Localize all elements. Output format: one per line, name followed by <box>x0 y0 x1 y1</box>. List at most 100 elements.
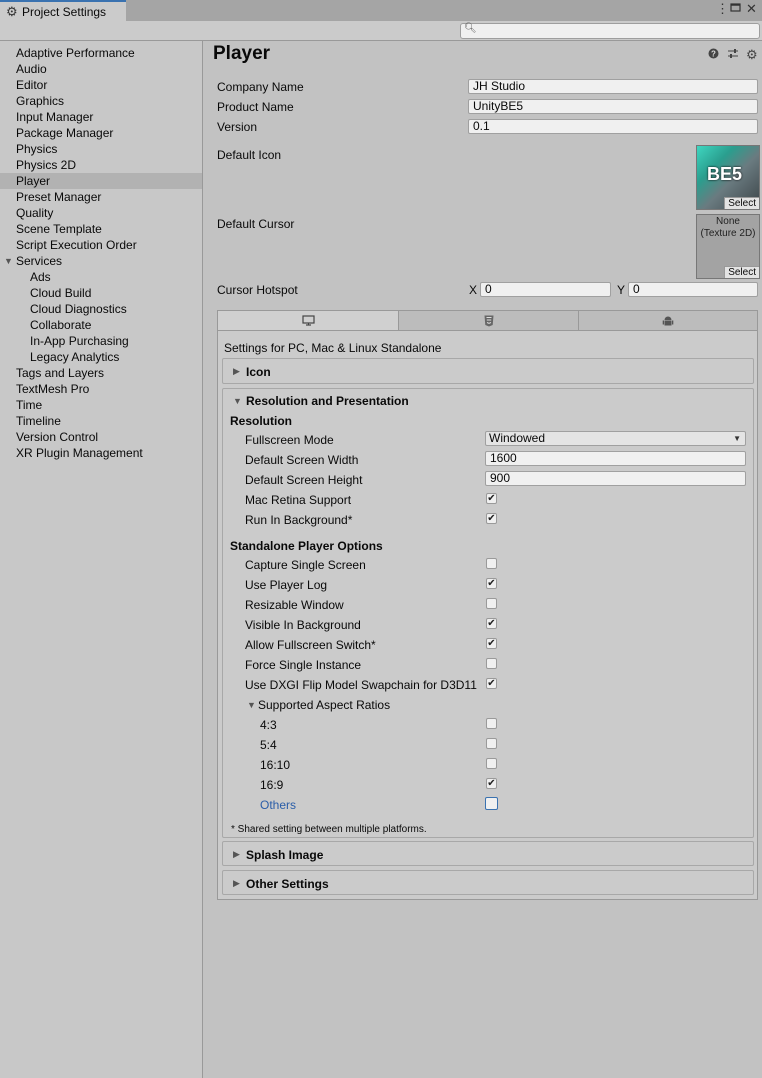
version-label: Version <box>217 120 258 134</box>
window-tab-title: Project Settings <box>22 5 107 19</box>
company-name-field[interactable]: JH Studio <box>468 79 758 94</box>
sidebar-item[interactable]: Package Manager <box>0 125 202 141</box>
aspect-ratio-label: 16:10 <box>260 758 291 772</box>
mac-retina-checkbox[interactable]: ✔ <box>486 493 497 504</box>
settings-icon[interactable]: ⚙ <box>746 47 758 63</box>
settings-sidebar: Adaptive Performance Audio Editor Graphics I… <box>0 41 203 1078</box>
expanded-triangle-icon[interactable]: ▼ <box>233 396 242 406</box>
option-label: Force Single Instance <box>245 658 362 672</box>
resolution-header: Resolution <box>230 414 292 428</box>
expanded-triangle-icon[interactable]: ▼ <box>4 253 13 269</box>
tab-webgl[interactable] <box>399 311 579 330</box>
option-label: Capture Single Screen <box>245 558 366 572</box>
hotspot-x-label: X <box>469 283 478 297</box>
search-input[interactable]: 🔍︎ <box>460 23 760 39</box>
sidebar-item-label: Editor <box>16 78 48 92</box>
tab-standalone[interactable] <box>218 311 399 330</box>
option-checkbox[interactable]: ✔ <box>486 678 497 689</box>
sidebar-item-label: Ads <box>30 270 51 284</box>
option-checkbox[interactable]: ✔ <box>486 618 497 629</box>
product-name-field[interactable]: UnityBE5 <box>468 99 758 114</box>
aspect-ratio-label: 16:9 <box>260 778 284 792</box>
sidebar-item[interactable]: Preset Manager <box>0 189 202 205</box>
sidebar-item[interactable]: Cloud Diagnostics <box>0 301 202 317</box>
splash-section-title: Splash Image <box>246 848 324 862</box>
sidebar-item[interactable]: ▼ Services <box>0 253 202 269</box>
default-icon-thumbnail[interactable]: BE5 Select <box>696 145 760 210</box>
sidebar-item[interactable]: Timeline <box>0 413 202 429</box>
icon-foldout[interactable]: ▶ Icon <box>222 358 754 384</box>
sidebar-item[interactable]: Tags and Layers <box>0 365 202 381</box>
close-icon[interactable]: ✕ <box>746 1 757 17</box>
fullscreen-mode-value: Windowed <box>489 431 546 445</box>
aspect-ratio-checkbox[interactable] <box>486 738 497 749</box>
screen-width-field[interactable]: 1600 <box>485 451 746 466</box>
resolution-section-title[interactable]: Resolution and Presentation <box>246 394 409 408</box>
sidebar-item[interactable]: Quality <box>0 205 202 221</box>
sidebar-item[interactable]: Cloud Build <box>0 285 202 301</box>
sidebar-item[interactable]: Legacy Analytics <box>0 349 202 365</box>
option-checkbox[interactable] <box>486 558 497 569</box>
cursor-none-line1: None <box>716 216 740 227</box>
sidebar-item-label: Physics <box>16 142 58 156</box>
window-tab[interactable]: ⚙ Project Settings <box>0 0 126 21</box>
version-field[interactable]: 0.1 <box>468 119 758 134</box>
option-checkbox[interactable]: ✔ <box>486 578 497 589</box>
tab-android[interactable] <box>579 311 757 330</box>
sidebar-item[interactable]: Physics <box>0 141 202 157</box>
dropdown-arrow-icon: ▼ <box>733 434 741 443</box>
sidebar-item[interactable]: Adaptive Performance <box>0 45 202 61</box>
sidebar-item-label: Graphics <box>16 94 65 108</box>
aspect-ratio-checkbox[interactable]: ✔ <box>486 778 497 789</box>
hotspot-y-field[interactable]: 0 <box>628 282 758 297</box>
sidebar-item[interactable]: Time <box>0 397 202 413</box>
cursor-select-button[interactable]: Select <box>724 266 759 278</box>
default-cursor-slot[interactable]: None (Texture 2D) Select <box>696 214 760 279</box>
sidebar-item[interactable]: Graphics <box>0 93 202 109</box>
more-icon[interactable]: ⋮ <box>716 1 729 17</box>
aspect-ratio-checkbox[interactable] <box>486 758 497 769</box>
sidebar-item[interactable]: Scene Template <box>0 221 202 237</box>
hotspot-x-field[interactable]: 0 <box>480 282 611 297</box>
maximize-icon[interactable] <box>730 1 741 16</box>
gear-icon: ⚙ <box>6 4 18 19</box>
sidebar-item[interactable]: In-App Purchasing <box>0 333 202 349</box>
expanded-triangle-icon[interactable]: ▼ <box>247 700 256 710</box>
sidebar-item[interactable]: Physics 2D <box>0 157 202 173</box>
aspect-ratios-header[interactable]: Supported Aspect Ratios <box>258 698 390 712</box>
sidebar-item-label: Script Execution Order <box>16 238 137 252</box>
sidebar-item-label: Input Manager <box>16 110 94 124</box>
sidebar-item[interactable]: Player <box>0 173 202 189</box>
sidebar-item-label: Scene Template <box>16 222 102 236</box>
aspect-ratio-label: 4:3 <box>260 718 277 732</box>
aspect-ratio-checkbox[interactable] <box>485 797 498 810</box>
sidebar-item[interactable]: XR Plugin Management <box>0 445 202 461</box>
sidebar-item[interactable]: Editor <box>0 77 202 93</box>
help-icon[interactable]: ? <box>708 48 719 62</box>
sidebar-item[interactable]: Audio <box>0 61 202 77</box>
sidebar-item[interactable]: TextMesh Pro <box>0 381 202 397</box>
sidebar-item-label: Legacy Analytics <box>30 350 120 364</box>
splash-foldout[interactable]: ▶ Splash Image <box>222 841 754 866</box>
option-checkbox[interactable] <box>486 598 497 609</box>
sidebar-item[interactable]: Version Control <box>0 429 202 445</box>
run-in-background-label: Run In Background* <box>245 513 353 527</box>
screen-height-field[interactable]: 900 <box>485 471 746 486</box>
default-icon-label: Default Icon <box>217 148 282 162</box>
sidebar-item[interactable]: Ads <box>0 269 202 285</box>
collapsed-triangle-icon: ▶ <box>233 878 240 888</box>
sidebar-item[interactable]: Collaborate <box>0 317 202 333</box>
presets-icon[interactable] <box>727 48 739 62</box>
option-checkbox[interactable] <box>486 658 497 669</box>
sidebar-item[interactable]: Script Execution Order <box>0 237 202 253</box>
sidebar-item-label: XR Plugin Management <box>16 446 143 460</box>
other-settings-foldout[interactable]: ▶ Other Settings <box>222 870 754 895</box>
aspect-ratio-checkbox[interactable] <box>486 718 497 729</box>
shared-setting-note: * Shared setting between multiple platfo… <box>231 824 427 835</box>
icon-section-title: Icon <box>246 365 271 379</box>
option-checkbox[interactable]: ✔ <box>486 638 497 649</box>
run-in-background-checkbox[interactable]: ✔ <box>486 513 497 524</box>
icon-select-button[interactable]: Select <box>724 197 759 209</box>
fullscreen-mode-dropdown[interactable]: Windowed ▼ <box>485 431 746 446</box>
sidebar-item[interactable]: Input Manager <box>0 109 202 125</box>
